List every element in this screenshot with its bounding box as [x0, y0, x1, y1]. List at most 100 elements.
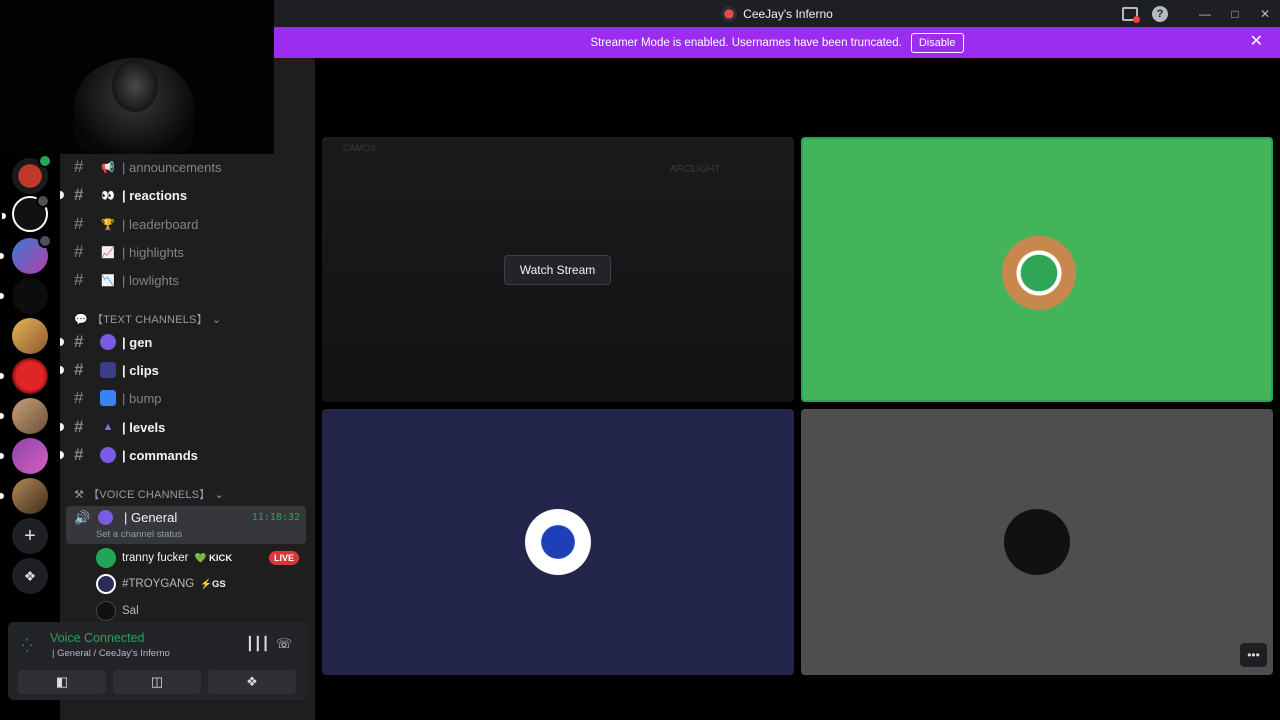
- stream-ghost-label: ARCLIGHT: [670, 164, 721, 175]
- add-server-icon[interactable]: +: [12, 518, 48, 554]
- camera-off-button[interactable]: ◧: [18, 670, 106, 694]
- channel-leaderboard[interactable]: # 🏆 | leaderboard: [68, 211, 308, 237]
- channel-gen[interactable]: # | gen: [60, 329, 308, 355]
- channel-status[interactable]: Set a channel status: [96, 529, 182, 540]
- channel-label: | announcements: [122, 159, 222, 175]
- member-name: tranny fucker: [122, 552, 189, 564]
- more-options-button[interactable]: •••: [1240, 643, 1267, 667]
- avatar: [96, 574, 116, 594]
- channel-clips[interactable]: # | clips: [60, 357, 308, 383]
- signal-icon[interactable]: ⁛: [22, 638, 32, 654]
- chevron-down-icon: ⌄: [214, 488, 224, 501]
- member-name: #TROYGANG: [122, 578, 195, 590]
- category-voice-channels[interactable]: ⚒ 【VOICE CHANNELS】 ⌄: [74, 486, 224, 502]
- channel-label: | lowlights: [122, 272, 179, 288]
- unread-pill: [0, 413, 4, 419]
- hash-icon: #: [74, 388, 84, 407]
- minimize-button[interactable]: —: [1190, 0, 1220, 27]
- disconnect-icon[interactable]: ☏: [276, 636, 292, 652]
- unread-pill: [0, 453, 4, 459]
- channel-label: | levels: [122, 419, 166, 435]
- speaker-icon: [38, 234, 52, 248]
- speaker-icon: [38, 154, 52, 168]
- activities-button[interactable]: ❖: [208, 670, 296, 694]
- screen-share-icon: ◫: [150, 674, 164, 689]
- hash-icon: #: [74, 360, 84, 379]
- webcam-overlay: [0, 0, 274, 154]
- channel-label: | commands: [122, 447, 198, 463]
- hammer-icon: ⚒: [74, 488, 85, 501]
- channel-label: | gen: [122, 334, 153, 350]
- activities-icon: ❖: [246, 674, 258, 689]
- channel-announcements[interactable]: # 📢 | announcements: [68, 154, 308, 180]
- server-6[interactable]: [0, 358, 48, 394]
- unread-pill: [2, 213, 6, 219]
- voice-connected-panel: ⁛ Voice Connected | General / CeeJay's I…: [8, 622, 308, 700]
- window-controls: ? — □ ✕: [1122, 0, 1280, 27]
- discover-icon[interactable]: ❖: [12, 558, 48, 594]
- channel-levels[interactable]: # ▲ | levels: [60, 414, 308, 440]
- server-7[interactable]: [0, 398, 48, 434]
- live-badge: LIVE: [269, 551, 300, 565]
- server-5[interactable]: [12, 318, 48, 354]
- channel-emoji: 👀: [101, 189, 115, 202]
- hash-icon: #: [74, 445, 84, 464]
- speaker-icon: 🔊: [74, 510, 91, 525]
- avatar: [96, 548, 116, 568]
- avatar: [525, 509, 591, 575]
- channel-commands[interactable]: # | commands: [60, 442, 308, 468]
- voice-member[interactable]: #TROYGANG ⚡GS: [96, 573, 226, 595]
- maximize-button[interactable]: □: [1220, 0, 1250, 27]
- category-text-channels[interactable]: 💬 【TEXT CHANNELS】 ⌄: [74, 311, 221, 327]
- speaker-icon: [36, 194, 50, 208]
- hash-icon: #: [74, 332, 84, 351]
- user-tile-default[interactable]: [801, 409, 1273, 675]
- close-banner-icon[interactable]: ✕: [1250, 34, 1263, 50]
- server-ceejay-inferno[interactable]: [12, 154, 52, 194]
- channel-emoji: 📢: [101, 161, 115, 174]
- streamer-mode-banner: Streamer Mode is enabled. Usernames have…: [274, 27, 1280, 58]
- category-label: 【VOICE CHANNELS】: [88, 489, 211, 501]
- help-icon[interactable]: ?: [1152, 5, 1168, 22]
- voice-member[interactable]: tranny fucker 💚 KICK: [96, 547, 232, 569]
- server-3[interactable]: [0, 234, 52, 274]
- hash-icon: #: [74, 214, 84, 233]
- close-window-button[interactable]: ✕: [1250, 0, 1280, 27]
- channel-label: | leaderboard: [122, 216, 199, 232]
- speaking-user-tile[interactable]: [801, 137, 1273, 402]
- screen-share-button[interactable]: ◫: [113, 670, 201, 694]
- noise-suppression-icon[interactable]: ┃┃┃: [246, 636, 269, 652]
- channel-label: | reactions: [122, 187, 188, 203]
- category-label: 【TEXT CHANNELS】: [91, 314, 208, 326]
- server-andii-skwad[interactable]: [0, 438, 48, 474]
- disable-streamer-mode-button[interactable]: Disable: [910, 32, 964, 53]
- discord-app: CeeJay's Inferno ? — □ ✕ Streamer Mode i…: [0, 0, 1280, 720]
- banner-message: Streamer Mode is enabled. Usernames have…: [590, 36, 902, 49]
- avatar: [96, 601, 116, 621]
- channel-reactions[interactable]: # 👀 | reactions: [60, 182, 308, 208]
- channel-label: | bump: [122, 390, 162, 406]
- voice-channel-label: | General: [124, 510, 178, 525]
- channel-label: | clips: [122, 362, 159, 378]
- watch-stream-button[interactable]: Watch Stream: [504, 255, 611, 285]
- server-butterfly[interactable]: [2, 194, 50, 232]
- channel-emoji: 📉: [101, 274, 115, 287]
- voice-connected-title[interactable]: Voice Connected: [50, 631, 145, 645]
- inbox-icon[interactable]: [1122, 6, 1140, 23]
- user-tile-motorcycle[interactable]: [322, 409, 794, 675]
- avatar: [1004, 509, 1070, 575]
- level-up-icon: ▲: [102, 421, 114, 433]
- hash-icon: #: [74, 157, 84, 176]
- server-gewn-skwad[interactable]: [0, 278, 48, 314]
- voice-connected-subtitle[interactable]: | General / CeeJay's Inferno: [52, 648, 170, 659]
- chevron-down-icon: ⌄: [211, 313, 222, 326]
- server-9[interactable]: [0, 478, 48, 514]
- voice-channel-general[interactable]: 🔊 | General 11:18:32 Set a channel statu…: [66, 506, 306, 544]
- channel-highlights[interactable]: # 📈 | highlights: [68, 239, 308, 265]
- channel-emoji: 📈: [101, 246, 115, 259]
- unread-pill: [0, 253, 4, 259]
- camera-off-icon: ◧: [55, 674, 69, 689]
- channel-bump[interactable]: # | bump: [68, 385, 308, 411]
- voice-member[interactable]: Sal: [96, 600, 139, 622]
- channel-lowlights[interactable]: # 📉 | lowlights: [68, 267, 308, 293]
